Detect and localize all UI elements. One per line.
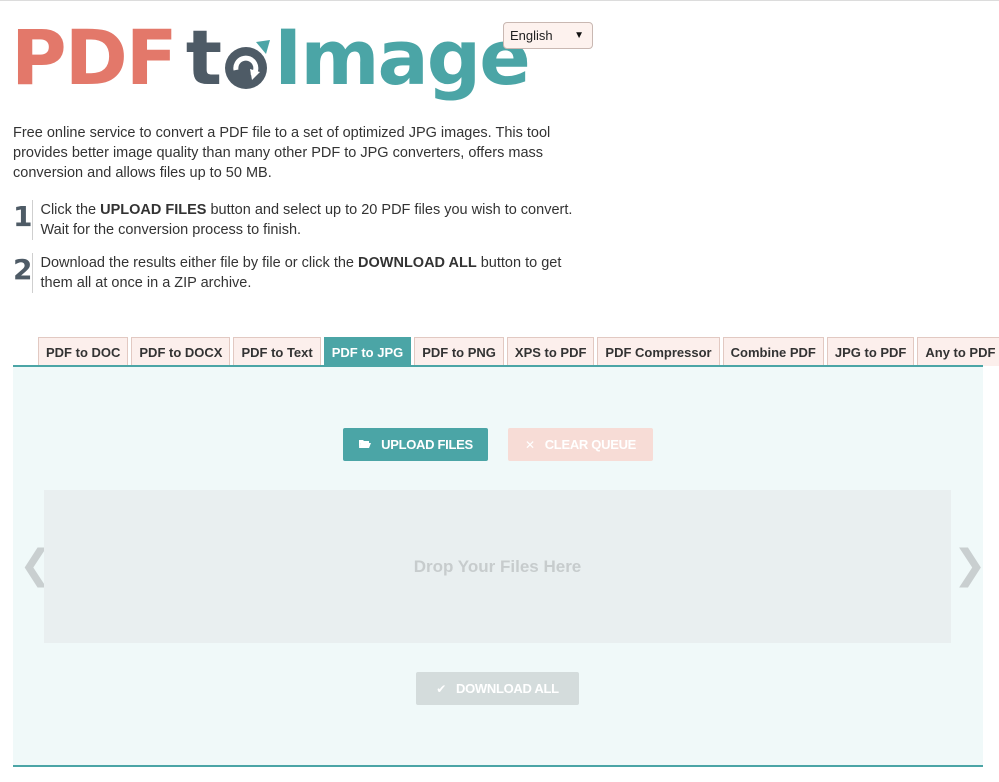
step-text-pre: Download the results either file by file…: [40, 255, 359, 271]
intro-text: Free online service to convert a PDF fil…: [13, 125, 551, 181]
chevron-down-icon: ▼: [574, 30, 584, 41]
logo-pdf-text: PDF: [11, 13, 178, 102]
tab-jpg-to-pdf[interactable]: JPG to PDF: [826, 337, 915, 366]
language-select-value: English: [510, 28, 553, 43]
download-all-label: DOWNLOAD ALL: [455, 681, 559, 696]
converter-tabs: PDF to DOC PDF to DOCX PDF to Text PDF t…: [38, 337, 999, 366]
logo-to-text: t: [186, 20, 272, 96]
step-text: Download the results either file by file…: [32, 253, 593, 293]
folder-open-icon: [358, 438, 372, 452]
close-icon: ✕: [524, 437, 535, 452]
language-select[interactable]: English ▼: [503, 22, 593, 49]
step-number: 1: [13, 200, 33, 233]
converter-panel: UPLOAD FILES ✕ CLEAR QUEUE ❮ Drop Your F…: [13, 365, 987, 767]
upload-files-label: UPLOAD FILES: [381, 437, 473, 452]
logo-image-text: Image: [274, 13, 531, 102]
step-text-pre: Click the: [40, 202, 101, 218]
dropzone-label: Drop Your Files Here: [413, 556, 582, 576]
next-arrow[interactable]: ❯: [953, 545, 987, 585]
download-all-button[interactable]: ✔ DOWNLOAD ALL: [416, 672, 579, 705]
top-rule: [0, 0, 999, 1]
step-2: 2 Download the results either file by fi…: [13, 253, 593, 293]
step-text: Click the UPLOAD FILES button and select…: [32, 200, 593, 240]
tab-pdf-compressor[interactable]: PDF Compressor: [597, 337, 720, 366]
tab-pdf-to-png[interactable]: PDF to PNG: [414, 337, 504, 366]
tab-xps-to-pdf[interactable]: XPS to PDF: [506, 337, 595, 366]
step-1: 1 Click the UPLOAD FILES button and sele…: [13, 200, 593, 240]
file-dropzone[interactable]: Drop Your Files Here: [44, 490, 951, 643]
checkmark-icon: ✔: [436, 681, 446, 696]
upload-files-button[interactable]: UPLOAD FILES: [343, 428, 488, 461]
logo[interactable]: PDF t Image: [11, 12, 531, 102]
tab-pdf-to-docx[interactable]: PDF to DOCX: [131, 337, 231, 366]
tab-pdf-to-text[interactable]: PDF to Text: [233, 337, 321, 366]
tab-pdf-to-doc[interactable]: PDF to DOC: [38, 337, 129, 366]
tab-any-to-pdf[interactable]: Any to PDF: [917, 337, 999, 366]
step-text-bold: DOWNLOAD ALL: [358, 255, 477, 271]
clear-queue-label: CLEAR QUEUE: [544, 437, 637, 452]
logo-refresh-icon: [225, 40, 271, 89]
tab-combine-pdf[interactable]: Combine PDF: [722, 337, 824, 366]
logo-t-letter: t: [185, 13, 222, 102]
clear-queue-button[interactable]: ✕ CLEAR QUEUE: [508, 428, 653, 461]
step-number: 2: [13, 253, 33, 286]
step-text-bold: UPLOAD FILES: [100, 202, 207, 218]
tab-pdf-to-jpg[interactable]: PDF to JPG: [323, 337, 412, 366]
